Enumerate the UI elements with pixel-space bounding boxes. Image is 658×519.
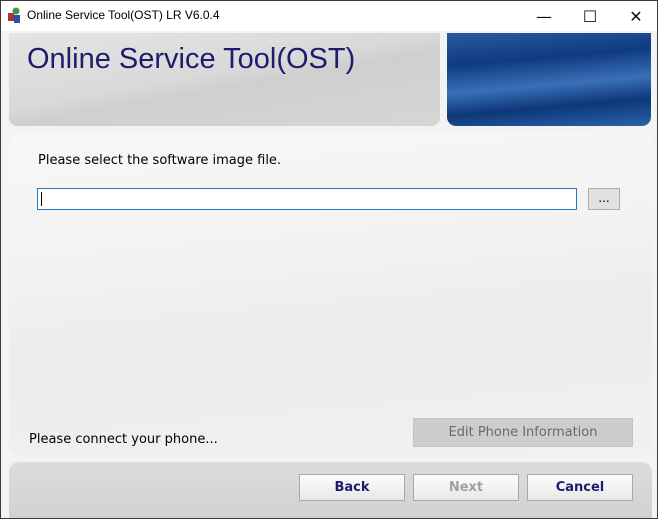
footer-bar: Back Next Cancel bbox=[9, 462, 652, 518]
status-text: Please connect your phone... bbox=[29, 432, 218, 447]
next-button[interactable]: Next bbox=[413, 474, 519, 501]
back-button[interactable]: Back bbox=[299, 474, 405, 501]
title-bar: Online Service Tool(OST) LR V6.0.4 — ☐ ✕ bbox=[1, 1, 657, 31]
select-file-label: Please select the software image file. bbox=[38, 153, 282, 168]
file-path-input[interactable] bbox=[37, 188, 577, 210]
app-icon bbox=[8, 7, 20, 23]
header-panel: Online Service Tool(OST) bbox=[9, 33, 440, 126]
browse-button[interactable]: ... bbox=[588, 188, 620, 210]
app-window: Online Service Tool(OST) LR V6.0.4 — ☐ ✕… bbox=[0, 0, 658, 519]
text-caret bbox=[41, 192, 42, 206]
edit-phone-information-button[interactable]: Edit Phone Information bbox=[413, 418, 633, 447]
main-panel: Please select the software image file. .… bbox=[9, 133, 652, 455]
maximize-button[interactable]: ☐ bbox=[567, 1, 613, 31]
page-title: Online Service Tool(OST) bbox=[27, 43, 356, 75]
close-button[interactable]: ✕ bbox=[613, 1, 658, 31]
banner-image bbox=[447, 33, 651, 126]
window-title: Online Service Tool(OST) LR V6.0.4 bbox=[27, 8, 220, 22]
minimize-button[interactable]: — bbox=[521, 1, 567, 31]
cancel-button[interactable]: Cancel bbox=[527, 474, 633, 501]
